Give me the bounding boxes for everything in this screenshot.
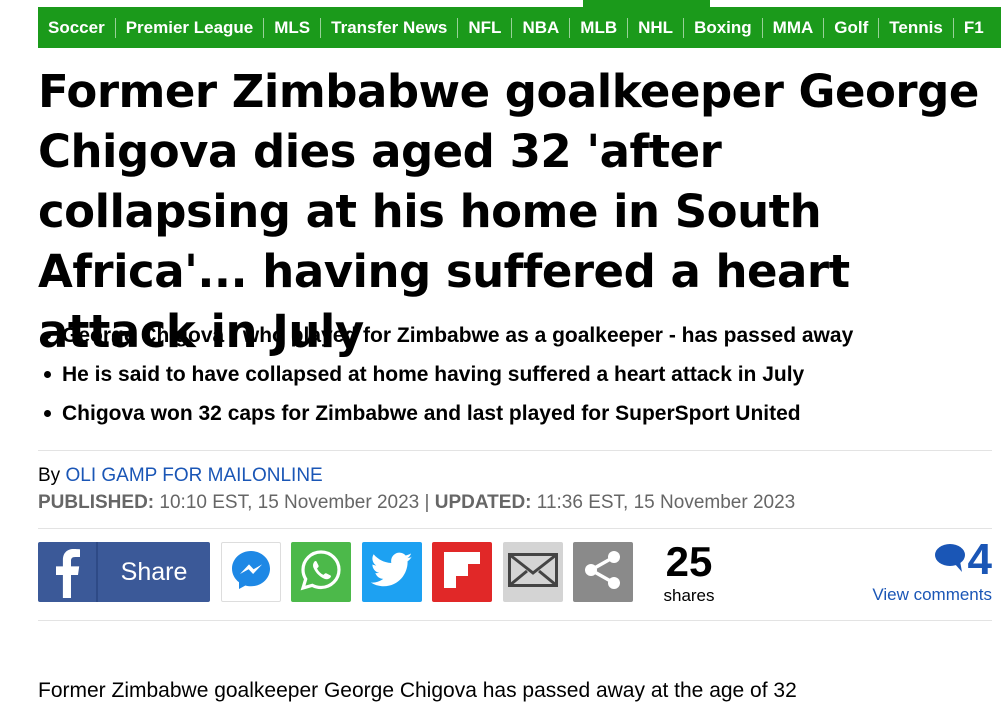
nav-top-line bbox=[38, 0, 1001, 7]
nav-item-mma[interactable]: MMA bbox=[761, 18, 824, 38]
nav-items: Soccer Premier League MLS Transfer News … bbox=[38, 9, 994, 47]
comment-count-row: 4 bbox=[872, 537, 992, 583]
email-share-button[interactable] bbox=[503, 542, 563, 602]
comment-bubble-icon bbox=[934, 543, 966, 578]
twitter-icon bbox=[370, 552, 413, 593]
nav-item-premier-league[interactable]: Premier League bbox=[114, 18, 264, 38]
more-share-button[interactable] bbox=[573, 542, 633, 602]
summary-bullet: George Chigova - who played for Zimbabwe… bbox=[38, 316, 993, 355]
published-label: PUBLISHED: bbox=[38, 492, 155, 513]
summary-bullet: Chigova won 32 caps for Zimbabwe and las… bbox=[38, 394, 993, 433]
sports-nav-bar: Soccer Premier League MLS Transfer News … bbox=[38, 0, 1001, 48]
facebook-share-label: Share bbox=[120, 557, 188, 586]
nav-item-nhl[interactable]: NHL bbox=[627, 18, 683, 38]
nav-item-soccer[interactable]: Soccer bbox=[38, 18, 115, 38]
nav-item-tennis[interactable]: Tennis bbox=[878, 18, 953, 38]
share-count-number: 25 bbox=[665, 538, 713, 585]
messenger-share-button[interactable] bbox=[221, 542, 281, 602]
updated-value: 11:36 EST, 15 November 2023 bbox=[536, 492, 796, 513]
nav-item-nba[interactable]: NBA bbox=[511, 18, 569, 38]
author-link[interactable]: OLI GAMP FOR MAILONLINE bbox=[65, 465, 322, 486]
article-summary-bullets: George Chigova - who played for Zimbabwe… bbox=[38, 316, 993, 433]
nav-item-transfer-news[interactable]: Transfer News bbox=[320, 18, 457, 38]
nav-item-nfl[interactable]: NFL bbox=[457, 18, 511, 38]
email-icon bbox=[508, 552, 558, 592]
updated-label: UPDATED: bbox=[434, 492, 532, 513]
nav-item-f1[interactable]: F1 bbox=[952, 18, 994, 38]
date-separator: | bbox=[424, 492, 430, 513]
facebook-share-button[interactable]: Share bbox=[38, 542, 210, 602]
publish-dates: PUBLISHED: 10:10 EST, 15 November 2023 |… bbox=[38, 491, 795, 515]
share-more-icon bbox=[581, 548, 625, 597]
divider bbox=[38, 450, 992, 451]
view-comments-link[interactable]: View comments bbox=[872, 585, 992, 605]
messenger-icon bbox=[229, 548, 273, 597]
comments-summary[interactable]: 4 View comments bbox=[872, 537, 992, 605]
flipboard-icon bbox=[444, 551, 480, 593]
share-count: 25 shares bbox=[658, 538, 720, 606]
comment-count[interactable]: 4 bbox=[968, 537, 992, 583]
facebook-icon bbox=[38, 542, 98, 602]
whatsapp-icon bbox=[299, 548, 343, 597]
byline-prefix: By bbox=[38, 465, 61, 486]
nav-item-golf[interactable]: Golf bbox=[823, 18, 878, 38]
byline: By OLI GAMP FOR MAILONLINE bbox=[38, 464, 323, 488]
nav-item-mls[interactable]: MLS bbox=[263, 18, 320, 38]
flipboard-share-button[interactable] bbox=[432, 542, 492, 602]
published-value: 10:10 EST, 15 November 2023 bbox=[159, 492, 420, 513]
divider bbox=[38, 528, 992, 529]
nav-item-mlb[interactable]: MLB bbox=[569, 18, 627, 38]
divider bbox=[38, 620, 992, 621]
article-body-first-line: Former Zimbabwe goalkeeper George Chigov… bbox=[38, 679, 797, 702]
share-count-label: shares bbox=[663, 586, 715, 605]
whatsapp-share-button[interactable] bbox=[291, 542, 351, 602]
nav-active-indicator bbox=[583, 0, 710, 7]
summary-bullet: He is said to have collapsed at home hav… bbox=[38, 355, 993, 394]
nav-item-boxing[interactable]: Boxing bbox=[683, 18, 762, 38]
twitter-share-button[interactable] bbox=[362, 542, 422, 602]
